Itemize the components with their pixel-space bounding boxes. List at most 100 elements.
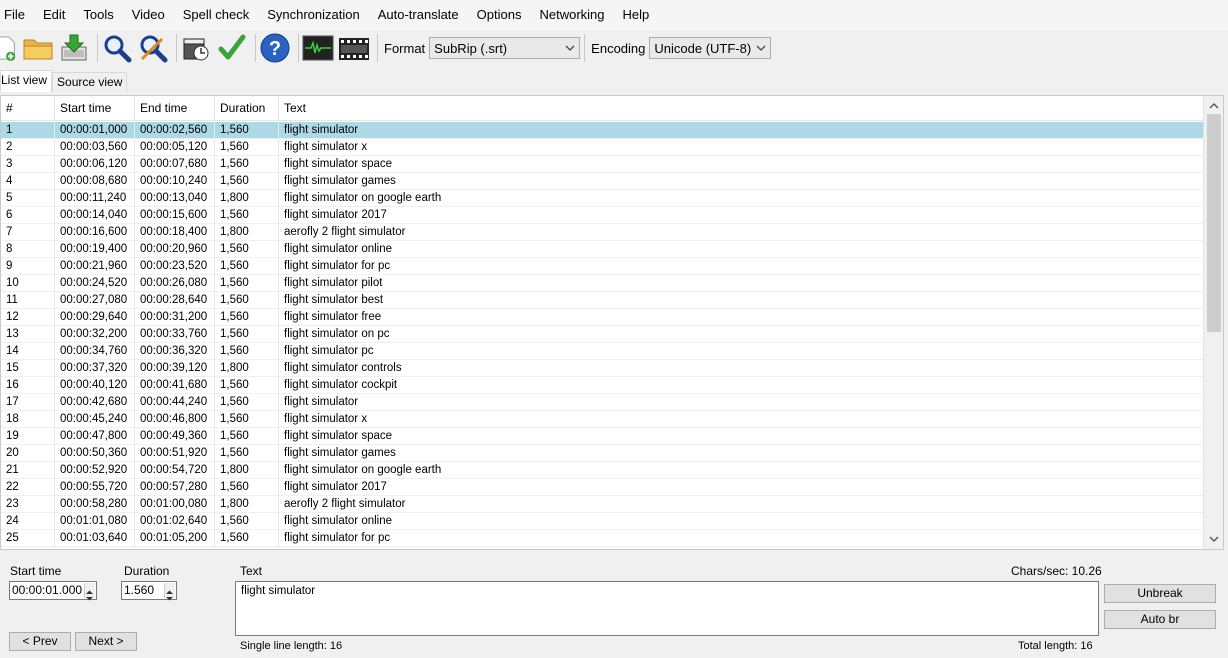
tab-list-view[interactable]: List view: [0, 70, 53, 92]
toolbar-separator: [255, 34, 256, 62]
subtitle-text-input[interactable]: flight simulator: [235, 581, 1099, 636]
cell-start-time: 00:00:08,680: [55, 173, 135, 190]
cell-text: flight simulator: [284, 124, 359, 136]
column-start-time[interactable]: Start time: [55, 96, 135, 121]
table-row[interactable]: 16 00:00:40,120 00:00:41,680 1,560 flight si…: [1, 377, 1204, 394]
chevron-down-icon: [565, 45, 575, 51]
next-button[interactable]: Next >: [75, 632, 137, 651]
new-file-icon[interactable]: [0, 32, 18, 64]
toolbar-separator: [97, 34, 98, 62]
menu-options[interactable]: Options: [468, 0, 531, 30]
column-end-time[interactable]: End time: [135, 96, 215, 121]
menu-synchronization[interactable]: Synchronization: [258, 0, 369, 30]
table-row[interactable]: 10 00:00:24,520 00:00:26,080 1,560 flight si…: [1, 275, 1204, 292]
duration-value: 1.560: [124, 583, 155, 597]
save-download-icon[interactable]: [58, 32, 90, 64]
cell-end-time: 00:00:10,240: [135, 173, 215, 190]
encoding-select[interactable]: Unicode (UTF-8): [649, 37, 772, 59]
column-duration[interactable]: Duration: [215, 96, 279, 121]
waveform-icon[interactable]: [302, 32, 334, 64]
cell-duration: 1,560: [215, 156, 279, 173]
encoding-value: Unicode (UTF-8): [654, 40, 752, 56]
table-row[interactable]: 13 00:00:32,200 00:00:33,760 1,560 flight si…: [1, 326, 1204, 343]
table-row[interactable]: 2 00:00:03,560 00:00:05,120 1,560 flight sim…: [1, 139, 1204, 156]
open-folder-icon[interactable]: [22, 32, 54, 64]
duration-input[interactable]: 1.560: [121, 581, 177, 601]
cell-text: flight simulator online: [284, 515, 393, 527]
scrollbar-thumb[interactable]: [1207, 114, 1221, 332]
start-time-input[interactable]: 00:00:01.000: [9, 581, 97, 601]
table-row[interactable]: 8 00:00:19,400 00:00:20,960 1,560 flight sim…: [1, 241, 1204, 258]
menu-auto-translate[interactable]: Auto-translate: [369, 0, 468, 30]
help-icon[interactable]: ?: [259, 32, 291, 64]
table-row[interactable]: 1 00:00:01,000 00:00:02,560 1,560 flight sim…: [1, 122, 1204, 139]
video-clapper-icon[interactable]: [338, 32, 370, 64]
prev-button[interactable]: < Prev: [9, 632, 71, 651]
column-number[interactable]: #: [1, 96, 55, 121]
table-row[interactable]: 22 00:00:55,720 00:00:57,280 1,560 flight si…: [1, 479, 1204, 496]
auto-br-button[interactable]: Auto br: [1104, 610, 1216, 629]
table-row[interactable]: 9 00:00:21,960 00:00:23,520 1,560 flight sim…: [1, 258, 1204, 275]
table-row[interactable]: 11 00:00:27,080 00:00:28,640 1,560 flight si…: [1, 292, 1204, 309]
menu-video[interactable]: Video: [123, 0, 174, 30]
table-row[interactable]: 18 00:00:45,240 00:00:46,800 1,560 flight si…: [1, 411, 1204, 428]
table-row[interactable]: 19 00:00:47,800 00:00:49,360 1,560 flight si…: [1, 428, 1204, 445]
cell-start-time: 00:00:11,240: [55, 190, 135, 207]
table-row[interactable]: 20 00:00:50,360 00:00:51,920 1,560 flight si…: [1, 445, 1204, 462]
menu-help[interactable]: Help: [614, 0, 659, 30]
start-time-spinner[interactable]: [84, 583, 95, 601]
cell-start-time: 00:00:52,920: [55, 462, 135, 479]
table-row[interactable]: 17 00:00:42,680 00:00:44,240 1,560 flight si…: [1, 394, 1204, 411]
tab-source-view[interactable]: Source view: [52, 72, 128, 92]
cell-end-time: 00:00:13,040: [135, 190, 215, 207]
cell-end-time: 00:00:26,080: [135, 275, 215, 292]
cell-start-time: 00:00:34,760: [55, 343, 135, 360]
cell-number: 15: [1, 360, 55, 377]
menu-spell-check[interactable]: Spell check: [174, 0, 258, 30]
scroll-down-icon[interactable]: [1208, 534, 1220, 544]
menu-edit[interactable]: Edit: [34, 0, 74, 30]
menu-file[interactable]: File: [0, 0, 34, 30]
cell-duration: 1,560: [215, 326, 279, 343]
visual-sync-icon[interactable]: [180, 32, 212, 64]
cell-start-time: 00:00:03,560: [55, 139, 135, 156]
chevron-down-icon: [756, 45, 766, 51]
spell-check-icon[interactable]: [216, 32, 248, 64]
cell-duration: 1,560: [215, 343, 279, 360]
single-line-length: Single line length: 16: [240, 640, 343, 652]
table-row[interactable]: 14 00:00:34,760 00:00:36,320 1,560 flight si…: [1, 343, 1204, 360]
cell-end-time: 00:01:02,640: [135, 513, 215, 530]
cell-end-time: 00:00:51,920: [135, 445, 215, 462]
duration-spinner[interactable]: [164, 583, 175, 601]
menu-tools[interactable]: Tools: [74, 0, 122, 30]
cell-duration: 1,560: [215, 173, 279, 190]
replace-icon[interactable]: [137, 32, 169, 64]
table-row[interactable]: 6 00:00:14,040 00:00:15,600 1,560 flight sim…: [1, 207, 1204, 224]
cell-number: 1: [1, 122, 55, 139]
vertical-scrollbar[interactable]: [1203, 96, 1223, 549]
cell-end-time: 00:00:41,680: [135, 377, 215, 394]
format-select[interactable]: SubRip (.srt): [429, 37, 581, 59]
table-row[interactable]: 15 00:00:37,320 00:00:39,120 1,800 flight si…: [1, 360, 1204, 377]
table-row[interactable]: 3 00:00:06,120 00:00:07,680 1,560 flight sim…: [1, 156, 1204, 173]
cell-end-time: 00:00:07,680: [135, 156, 215, 173]
column-text[interactable]: Text: [279, 96, 1204, 121]
cell-number: 2: [1, 139, 55, 156]
unbreak-button[interactable]: Unbreak: [1104, 584, 1216, 603]
table-row[interactable]: 5 00:00:11,240 00:00:13,040 1,800 flight sim…: [1, 190, 1204, 207]
cell-start-time: 00:00:27,080: [55, 292, 135, 309]
menu-networking[interactable]: Networking: [530, 0, 613, 30]
table-row[interactable]: 12 00:00:29,640 00:00:31,200 1,560 flight si…: [1, 309, 1204, 326]
table-row[interactable]: 7 00:00:16,600 00:00:18,400 1,800 aerofly 2 …: [1, 224, 1204, 241]
spin-down-icon: [86, 597, 93, 601]
table-row[interactable]: 4 00:00:08,680 00:00:10,240 1,560 flight sim…: [1, 173, 1204, 190]
format-label: Format: [384, 40, 426, 56]
scroll-up-icon[interactable]: [1208, 101, 1220, 111]
table-row[interactable]: 25 00:01:03,640 00:01:05,200 1,560 flight si…: [1, 530, 1204, 547]
cell-start-time: 00:00:55,720: [55, 479, 135, 496]
find-icon[interactable]: [101, 32, 133, 64]
cell-duration: 1,560: [215, 530, 279, 547]
table-row[interactable]: 21 00:00:52,920 00:00:54,720 1,800 flight si…: [1, 462, 1204, 479]
table-row[interactable]: 23 00:00:58,280 00:01:00,080 1,800 aerofly 2…: [1, 496, 1204, 513]
table-row[interactable]: 24 00:01:01,080 00:01:02,640 1,560 flight si…: [1, 513, 1204, 530]
